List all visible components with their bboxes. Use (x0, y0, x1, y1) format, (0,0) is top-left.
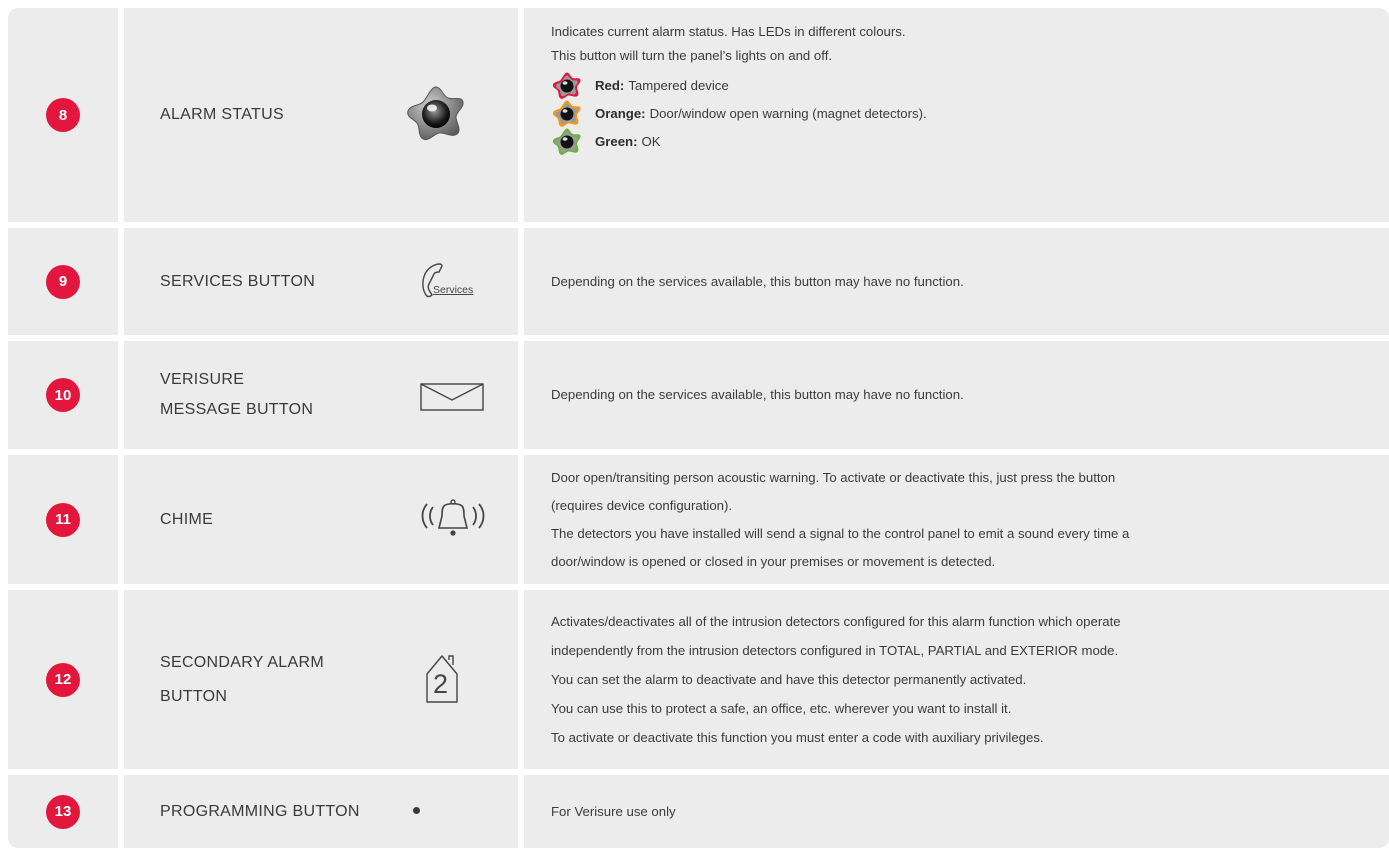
house-2-icon: 2 (424, 652, 460, 708)
button-name: CHIME (160, 510, 214, 528)
alarm-status-star-icon (407, 86, 464, 141)
table-row: 9 SERVICES BUTTON Services Depending on … (8, 228, 1389, 335)
description-line: independently from the intrusion detecto… (551, 643, 1119, 658)
button-name-line: MESSAGE BUTTON (160, 401, 314, 418)
bell-chime-icon (421, 499, 485, 536)
description-line: For Verisure use only (551, 803, 676, 819)
led-meaning: Door/window open warning (magnet detecto… (649, 106, 927, 121)
row-number-badge: 8 (46, 98, 80, 132)
table-row: 8 ALARM STATUS Indicates current alarm s… (8, 8, 1389, 222)
led-color-label: Red: (595, 78, 625, 93)
description-cell: Depending on the services available, thi… (524, 228, 1389, 335)
led-green-item: Green: OK (551, 128, 1389, 156)
description-cell: For Verisure use only (524, 775, 1389, 848)
row-number-badge: 11 (46, 502, 80, 537)
description-line: You can set the alarm to deactivate and … (551, 672, 1027, 687)
row-number-badge: 13 (46, 794, 80, 829)
name-cell: CHIME (124, 455, 518, 584)
description-line: To activate or deactivate this function … (551, 730, 1044, 745)
description-line: This button will turn the panel’s lights… (551, 48, 833, 63)
name-cell: SECONDARY ALARM BUTTON 2 (124, 590, 518, 769)
description-line: Door open/transiting person acoustic war… (551, 469, 1116, 485)
description-line: door/window is opened or closed in your … (551, 553, 996, 569)
description-line: Activates/deactivates all of the intrusi… (551, 614, 1121, 629)
name-cell: PROGRAMMING BUTTON (124, 775, 518, 848)
button-name: PROGRAMMING BUTTON (160, 802, 360, 820)
number-cell: 11 (8, 455, 118, 584)
description-line: Depending on the services available, thi… (551, 387, 964, 402)
name-cell: SERVICES BUTTON Services (124, 228, 518, 335)
name-cell: ALARM STATUS (124, 8, 518, 222)
services-phone-icon: Services (420, 262, 482, 302)
button-name: SECONDARY ALARM BUTTON (160, 646, 324, 714)
button-name-line: SECONDARY ALARM (160, 653, 324, 671)
name-cell: VERISURE MESSAGE BUTTON (124, 341, 518, 449)
led-color-label: Orange: (595, 106, 646, 121)
description-cell: Depending on the services available, thi… (524, 341, 1389, 449)
row-number-badge: 12 (46, 662, 80, 697)
services-icon-label: Services (433, 284, 474, 296)
button-name: SERVICES BUTTON (160, 272, 316, 290)
button-name-line: VERISURE (160, 371, 245, 388)
led-meaning: OK (641, 134, 661, 149)
description-cell: Activates/deactivates all of the intrusi… (524, 590, 1389, 769)
red-led-star-icon (552, 72, 581, 99)
button-name-line: BUTTON (160, 687, 228, 705)
description-cell: Door open/transiting person acoustic war… (524, 455, 1389, 584)
description-line: Indicates current alarm status. Has LEDs… (551, 24, 906, 39)
table-row: 10 VERISURE MESSAGE BUTTON Depending on … (8, 341, 1389, 449)
number-cell: 8 (8, 8, 118, 222)
description-line: You can use this to protect a safe, an o… (551, 701, 1012, 716)
row-number-badge: 9 (46, 264, 80, 299)
led-color-label: Green: (595, 134, 638, 149)
description-line: The detectors you have installed will se… (551, 525, 1130, 541)
number-cell: 9 (8, 228, 118, 335)
button-name: ALARM STATUS (160, 106, 284, 123)
led-orange-item: Orange: Door/window open warning (magnet… (551, 100, 1389, 128)
led-meaning: Tampered device (628, 78, 729, 93)
green-led-star-icon (552, 128, 581, 155)
button-name: VERISURE MESSAGE BUTTON (160, 365, 313, 425)
description-line: Depending on the services available, thi… (551, 273, 964, 289)
led-red-item: Red: Tampered device (551, 72, 1389, 100)
description-cell: Indicates current alarm status. Has LEDs… (524, 8, 1389, 222)
number-cell: 13 (8, 775, 118, 848)
envelope-icon (420, 383, 484, 411)
description-line: (requires device configuration). (551, 497, 733, 513)
number-cell: 12 (8, 590, 118, 769)
orange-led-star-icon (552, 100, 581, 127)
table-row: 11 CHIME Door open/transiting person aco… (8, 455, 1389, 584)
house-icon-number: 2 (433, 669, 449, 699)
table-row: 12 SECONDARY ALARM BUTTON 2 Activates/de… (8, 590, 1389, 769)
number-cell: 10 (8, 341, 118, 449)
row-number-badge: 10 (46, 378, 80, 412)
dot-icon (413, 807, 420, 814)
table-row: 13 PROGRAMMING BUTTON For Verisure use o… (8, 775, 1389, 848)
